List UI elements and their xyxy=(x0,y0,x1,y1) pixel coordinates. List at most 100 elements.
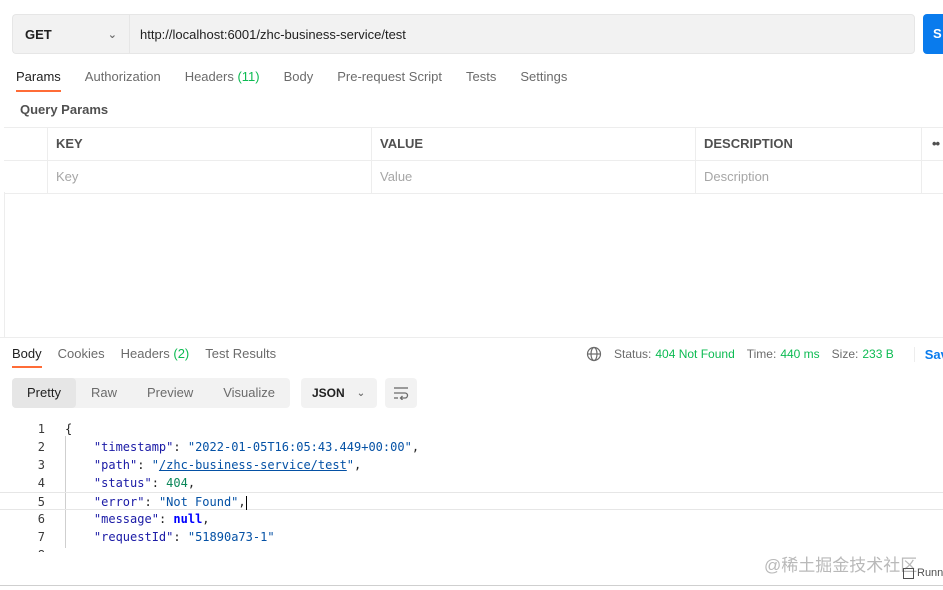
json-key: "requestId" xyxy=(93,530,174,544)
line-text: "requestId": "51890a73-1" xyxy=(93,530,275,544)
view-pretty-button[interactable]: Pretty xyxy=(12,378,76,408)
tab-label: Params xyxy=(16,69,61,84)
more-options-icon[interactable]: •• xyxy=(922,128,943,161)
tab-cookies[interactable]: Cookies xyxy=(50,340,113,368)
value-column-header: VALUE xyxy=(372,128,696,161)
view-preview-button[interactable]: Preview xyxy=(132,378,208,408)
key-input[interactable]: Key xyxy=(48,161,372,194)
json-key: "error" xyxy=(93,495,145,509)
line-text: "path": "/zhc-business-service/test", xyxy=(93,458,362,472)
wrap-lines-icon xyxy=(394,387,409,400)
response-body-editor[interactable]: 1 { 2 "timestamp": "2022-01-05T16:05:43.… xyxy=(0,420,943,552)
json-key: "path" xyxy=(93,458,138,472)
line-text: "error": "Not Found", xyxy=(93,495,247,510)
view-mode-group: Pretty Raw Preview Visualize xyxy=(12,378,291,408)
open-brace: { xyxy=(65,422,73,436)
runner-button[interactable]: Runn xyxy=(903,567,943,579)
tab-label: Tests xyxy=(466,69,497,84)
code-line: 7 "requestId": "51890a73-1" xyxy=(0,528,943,546)
globe-icon[interactable] xyxy=(586,346,602,362)
row-spacer xyxy=(922,161,943,194)
table-row: Key Value Description xyxy=(4,161,943,194)
code-line: 3 "path": "/zhc-business-service/test", xyxy=(0,456,943,474)
size-value[interactable]: 233 B xyxy=(862,347,893,361)
tab-pre-request-script[interactable]: Pre-request Script xyxy=(325,62,454,92)
tab-label: Headers xyxy=(184,69,234,84)
view-visualize-button[interactable]: Visualize xyxy=(208,378,290,408)
key-column-header: KEY xyxy=(48,128,372,161)
line-number: 8 xyxy=(0,546,45,552)
tab-headers[interactable]: Headers (11) xyxy=(173,62,272,92)
code-line: 4 "status": 404, xyxy=(0,474,943,492)
tab-body[interactable]: Body xyxy=(272,62,326,92)
value-input[interactable]: Value xyxy=(372,161,696,194)
json-value: null xyxy=(173,512,203,526)
tab-label: Pre-request Script xyxy=(337,69,443,84)
request-tabs: Params Authorization Headers (11) Body P… xyxy=(0,62,943,92)
code-line: 1 { xyxy=(0,420,943,438)
method-select[interactable]: GET ⌄ xyxy=(12,14,129,54)
watermark-text: @稀土掘金技术社区 xyxy=(764,556,918,575)
json-value: "2022-01-05T16:05:43.449+00:00" xyxy=(187,440,412,454)
checkbox-column-header xyxy=(4,128,48,161)
footer-divider xyxy=(0,585,943,586)
pane-border xyxy=(4,192,5,337)
wrap-lines-button[interactable] xyxy=(385,378,417,408)
line-number: 1 xyxy=(37,422,45,436)
text-caret xyxy=(245,495,247,510)
status-value[interactable]: 404 Not Found xyxy=(655,347,734,361)
json-key: "timestamp" xyxy=(93,440,174,454)
pane-divider[interactable] xyxy=(0,337,943,338)
time-label: Time: xyxy=(746,347,777,361)
chevron-down-icon: ⌄ xyxy=(107,28,117,41)
response-tabs: Body Cookies Headers (2) Test Results xyxy=(0,340,284,368)
tab-response-headers[interactable]: Headers (2) xyxy=(113,340,198,368)
chevron-down-icon: ⌄ xyxy=(356,387,366,399)
tab-response-body[interactable]: Body xyxy=(0,340,50,368)
tab-params[interactable]: Params xyxy=(0,62,73,92)
view-raw-button[interactable]: Raw xyxy=(76,378,132,408)
send-button[interactable]: S xyxy=(923,14,943,54)
send-label: S xyxy=(933,26,942,41)
code-line-current: 5 "error": "Not Found", xyxy=(0,492,943,510)
line-text: { xyxy=(65,420,72,438)
description-column-header: DESCRIPTION xyxy=(696,128,922,161)
tab-tests[interactable]: Tests xyxy=(454,62,508,92)
json-key: "message" xyxy=(93,512,159,526)
tab-count-badge: (2) xyxy=(173,346,190,361)
tab-label: Test Results xyxy=(205,346,277,361)
save-response-button[interactable]: Save xyxy=(913,346,943,362)
tab-label: Settings xyxy=(520,69,568,84)
tab-label: Cookies xyxy=(57,346,105,361)
json-link-value[interactable]: /zhc-business-service/test xyxy=(159,458,347,472)
tab-settings[interactable]: Settings xyxy=(508,62,579,92)
url-text: http://localhost:6001/zhc-business-servi… xyxy=(140,26,406,42)
request-url-bar: GET ⌄ http://localhost:6001/zhc-business… xyxy=(12,14,915,54)
tab-test-results[interactable]: Test Results xyxy=(197,340,284,368)
status-label: Status: xyxy=(614,347,652,361)
tab-label: Body xyxy=(12,346,42,361)
line-number: 7 xyxy=(37,530,45,544)
tab-label: Headers xyxy=(120,346,170,361)
code-line: 2 "timestamp": "2022-01-05T16:05:43.449+… xyxy=(0,438,943,456)
tab-authorization[interactable]: Authorization xyxy=(73,62,173,92)
line-number: 6 xyxy=(37,512,45,526)
size-label: Size: xyxy=(831,347,859,361)
table-header-row: KEY VALUE DESCRIPTION •• xyxy=(4,128,943,161)
line-text: "status": 404, xyxy=(93,476,196,490)
runner-label: Runn xyxy=(917,567,943,579)
format-select[interactable]: JSON ⌄ xyxy=(301,378,377,408)
row-checkbox[interactable] xyxy=(4,161,48,194)
tab-count-badge: (11) xyxy=(237,69,260,84)
description-input[interactable]: Description xyxy=(696,161,922,194)
tab-label: Body xyxy=(283,69,314,84)
line-text: "message": null, xyxy=(93,512,210,526)
query-params-title: Query Params xyxy=(20,102,109,117)
response-status-bar: Status: 404 Not Found Time: 440 ms Size:… xyxy=(586,340,943,368)
line-number: 4 xyxy=(37,476,45,490)
url-input[interactable]: http://localhost:6001/zhc-business-servi… xyxy=(129,14,915,54)
runner-icon xyxy=(903,567,914,579)
json-key: "status" xyxy=(93,476,152,490)
time-value[interactable]: 440 ms xyxy=(780,347,819,361)
format-label: JSON xyxy=(312,386,345,400)
